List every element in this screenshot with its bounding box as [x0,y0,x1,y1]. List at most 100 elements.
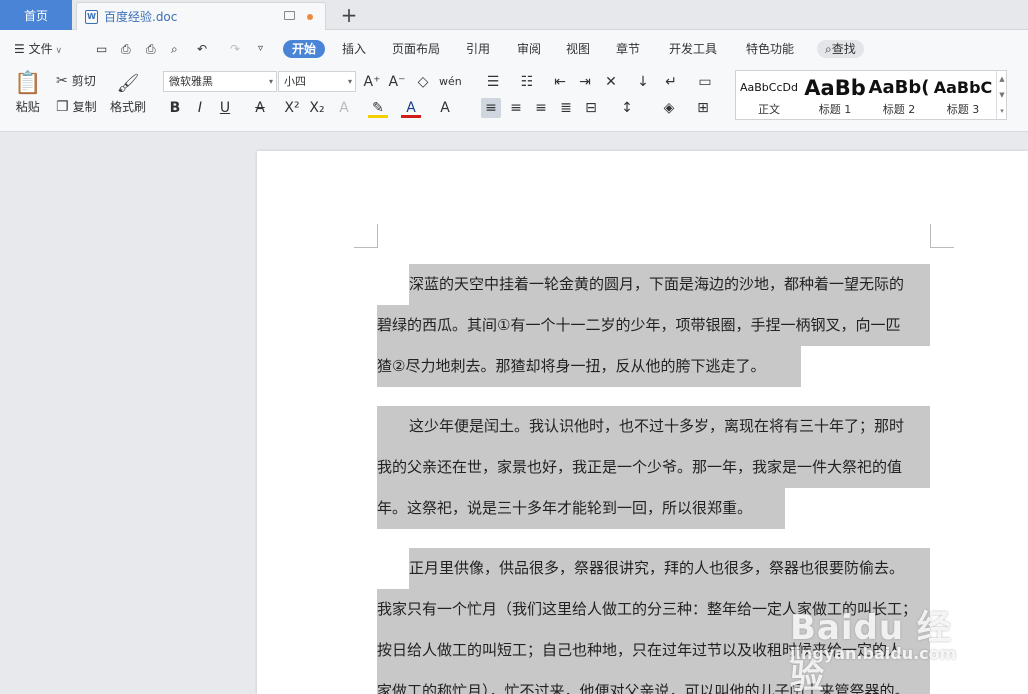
menu-tab-review[interactable]: 审阅 [517,40,541,58]
file-menu-label: 文件 [28,42,53,56]
menu-tab-references[interactable]: 引用 [466,40,490,58]
text-line: 我的父亲还在世，家景也好，我正是一个少爷。那一年，我家是一件大祭祀的值 [377,447,930,488]
print-preview-icon[interactable]: ⌕ [171,40,178,58]
text-line: 这少年便是闰土。我认识他时，也不过十多岁，离现在将有三十年了；那时 [377,406,930,447]
chevron-down-icon: ∨ [52,46,63,56]
unsaved-dot-icon [307,14,313,20]
format-painter-label: 格式刷 [110,100,147,114]
table-tools-icon[interactable]: ▭ [695,72,715,92]
baidu-watermark: Baidu 经验 jingyan.baidu.com [790,600,980,694]
chevron-down-icon: ▾ [347,77,352,86]
line-spacing-icon[interactable]: ↕ [617,98,637,118]
style-heading-1-sample: AaBb [804,76,866,100]
shading-icon[interactable]: ◈ [659,98,679,118]
distributed-icon[interactable]: ⊟ [581,98,601,118]
scissors-icon: ✂ [56,72,68,89]
new-tab-button[interactable]: + [339,3,359,27]
undo-icon[interactable]: ↶ [197,40,207,58]
align-right-icon[interactable]: ≡ [531,98,551,118]
bold-icon[interactable]: B [165,98,185,118]
style-heading-3[interactable]: AaBbC 标题 3 [932,71,994,119]
tab-document-label: 百度经验.doc [104,10,178,24]
style-heading-1[interactable]: AaBb 标题 1 [802,71,868,119]
brush-icon: 🖌 [116,73,140,94]
sort-icon[interactable]: ↓ [633,72,653,92]
file-menu[interactable]: ☰ 文件 ∨ [14,40,62,58]
menu-tab-insert[interactable]: 插入 [342,40,366,58]
grow-font-icon[interactable]: A⁺ [362,72,382,92]
menu-tab-section[interactable]: 章节 [616,40,640,58]
hamburger-icon: ☰ [14,42,29,56]
style-heading-3-label: 标题 3 [946,103,980,116]
print-icon[interactable]: ⎙ [146,40,156,58]
paste-label: 粘贴 [15,100,40,114]
align-center-icon[interactable]: ≡ [506,98,526,118]
menu-tab-features[interactable]: 特色功能 [746,40,794,58]
copy-label: 复制 [72,100,97,114]
clipboard-icon: 📋 [14,71,42,96]
text-effect-icon[interactable]: A [334,98,354,118]
text-line: 碧绿的西瓜。其间①有一个十一二岁的少年，项带银圈，手捏一柄钢叉，向一匹 [377,305,930,346]
save-icon[interactable]: ▭ [96,40,107,58]
cut-label: 剪切 [71,74,96,88]
format-painter-button[interactable]: 🖌 格式刷 [110,70,146,115]
export-icon[interactable]: ⎙ [121,40,131,58]
styles-gallery: AaBbCcDd 正文 AaBb 标题 1 AaBb( 标题 2 AaBbC 标… [735,70,1007,120]
text-line: 深蓝的天空中挂着一轮金黄的圆月，下面是海边的沙地，都种着一望无际的 [409,264,930,305]
font-color-icon[interactable]: A [401,98,421,118]
redo-icon[interactable]: ↷ [230,40,240,58]
chevron-up-icon[interactable]: ▲ [997,71,1007,87]
bullet-list-icon[interactable]: ☰ [483,72,503,92]
underline-icon[interactable]: U [215,98,235,118]
menu-tab-page-layout[interactable]: 页面布局 [392,40,440,58]
justify-icon[interactable]: ≣ [556,98,576,118]
font-size-value: 小四 [284,75,306,88]
chinese-layout-icon[interactable]: ✕ [601,72,621,92]
expand-icon[interactable]: ▾ [997,103,1007,119]
window-mode-icon[interactable] [284,11,295,20]
highlight-icon[interactable]: ✎ [368,98,388,118]
search-icon: ⌕ [825,42,832,56]
margin-corner-top-left [354,224,378,248]
clear-format-icon[interactable]: ◇ [413,72,433,92]
shrink-font-icon[interactable]: A⁻ [387,72,407,92]
tab-bar: 首页 W 百度经验.doc + [0,0,1028,30]
chevron-down-icon[interactable]: ▼ [997,87,1007,103]
decrease-indent-icon[interactable]: ⇤ [550,72,570,92]
char-border-icon[interactable]: A [435,98,455,118]
paste-button[interactable]: 📋 粘贴 [14,70,41,115]
copy-button[interactable]: ❐ 复制 [56,98,97,115]
customize-arrow-icon[interactable]: ▿ [258,40,263,58]
font-size-select[interactable]: 小四 ▾ [278,71,356,92]
tab-home[interactable]: 首页 [0,0,72,30]
show-marks-icon[interactable]: ↵ [661,72,681,92]
style-heading-1-label: 标题 1 [818,103,852,116]
borders-icon[interactable]: ⊞ [693,98,713,118]
superscript-icon[interactable]: X² [282,98,302,118]
menu-tab-start[interactable]: 开始 [283,40,326,58]
word-doc-icon: W [85,9,98,24]
subscript-icon[interactable]: X₂ [307,98,327,118]
style-normal[interactable]: AaBbCcDd 正文 [736,71,802,119]
align-left-icon[interactable]: ≡ [481,98,501,118]
ribbon: ☰ 文件 ∨ ▭ ⎙ ⎙ ⌕ ↶ ↷ ▿ 开始 插入 页面布局 引用 审阅 视图… [0,30,1028,132]
menu-tab-developer[interactable]: 开发工具 [669,40,717,58]
watermark-sub: jingyan.baidu.com [790,644,957,663]
italic-icon[interactable]: I [190,98,210,118]
menu-tab-view[interactable]: 视图 [566,40,590,58]
style-heading-2[interactable]: AaBb( 标题 2 [868,71,930,119]
cut-button[interactable]: ✂ 剪切 [56,72,96,89]
menu-row: ☰ 文件 ∨ ▭ ⎙ ⎙ ⌕ ↶ ↷ ▿ 开始 插入 页面布局 引用 审阅 视图… [0,36,1028,62]
gallery-scroll[interactable]: ▲ ▼ ▾ [996,71,1007,119]
style-normal-sample: AaBbCcDd [740,81,798,94]
font-family-select[interactable]: 微软雅黑 ▾ [163,71,277,92]
search-button[interactable]: ⌕查找 [817,40,864,58]
style-heading-3-sample: AaBbC [933,78,993,97]
tab-document[interactable]: W 百度经验.doc [76,2,326,30]
numbered-list-icon[interactable]: ☷ [517,72,537,92]
phonetic-icon[interactable]: wén [439,72,462,92]
increase-indent-icon[interactable]: ⇥ [575,72,595,92]
strikethrough-icon[interactable]: A [250,98,270,118]
style-normal-label: 正文 [758,103,780,116]
style-heading-2-label: 标题 2 [882,103,916,116]
